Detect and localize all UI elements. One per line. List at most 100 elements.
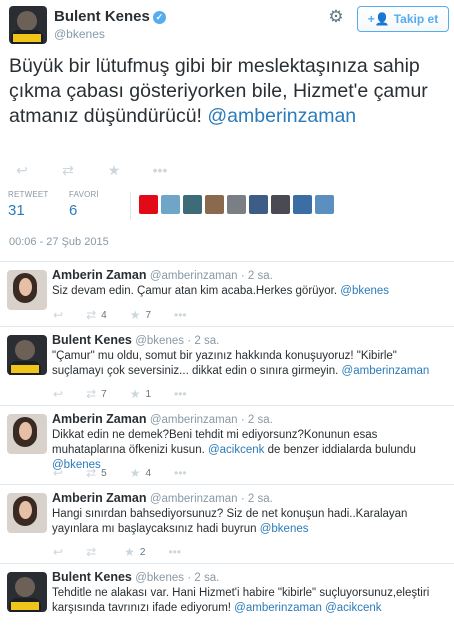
reply-mention-link[interactable]: @acikcenk bbox=[205, 444, 264, 456]
favorite-count: 1 bbox=[145, 388, 152, 400]
tweet-mention-link[interactable]: @amberinzaman bbox=[207, 105, 356, 127]
gear-icon[interactable]: ⚙ bbox=[326, 7, 346, 27]
favorite-stat[interactable]: FAVORİ 6 bbox=[69, 190, 99, 219]
retweet-action[interactable]: ⇄ 7 bbox=[86, 387, 107, 401]
reply-icon[interactable]: ↩ bbox=[53, 308, 63, 322]
reply-time[interactable]: · 2 sa. bbox=[241, 493, 273, 505]
favoriter-avatar[interactable] bbox=[293, 195, 312, 214]
tweet-text: Büyük bir lütufmuş gibi bir meslektaşını… bbox=[9, 54, 449, 129]
reply-author-handle[interactable]: @bkenes bbox=[135, 335, 184, 347]
reply-mention-link[interactable]: @amberinzaman bbox=[338, 365, 430, 377]
tweet-timestamp[interactable]: 00:06 - 27 Şub 2015 bbox=[9, 236, 109, 248]
favorite-action[interactable]: ★ 7 bbox=[130, 308, 151, 322]
reply-text: "Çamur" mu oldu, somut bir yazınız hakkı… bbox=[52, 349, 448, 379]
favorite-action[interactable]: ★ 1 bbox=[130, 387, 151, 401]
reply-mention-link[interactable]: @acikcenk bbox=[322, 602, 381, 614]
avatar[interactable] bbox=[7, 270, 47, 310]
favoriter-avatar[interactable] bbox=[183, 195, 202, 214]
favoriter-avatar[interactable] bbox=[139, 195, 158, 214]
retweet-action[interactable]: ⇄ 4 bbox=[86, 308, 107, 322]
favorite-action[interactable]: ★ 2 bbox=[124, 545, 145, 559]
favoriter-avatars bbox=[139, 195, 334, 214]
avatar[interactable] bbox=[7, 335, 47, 375]
tweet-stats: RETWEET 31 FAVORİ 6 bbox=[0, 186, 454, 226]
reply-tweet[interactable]: Bulent Kenes @bkenes · 2 sa. Tehditle ne… bbox=[0, 565, 454, 629]
reply-body: Hangi sınırdan bahsediyorsunuz? Siz de n… bbox=[52, 508, 408, 535]
reply-actions: ↩ ⇄ ★ 2 ••• bbox=[53, 545, 204, 559]
reply-author-name[interactable]: Amberin Zaman bbox=[52, 491, 146, 505]
reply-author-name[interactable]: Bulent Kenes bbox=[52, 333, 132, 347]
retweet-stat-label: RETWEET bbox=[8, 190, 49, 199]
reply-time[interactable]: · 2 sa. bbox=[241, 270, 273, 282]
retweet-icon: ⇄ bbox=[86, 466, 97, 480]
star-icon: ★ bbox=[124, 545, 135, 559]
reply-icon[interactable]: ↩ bbox=[53, 545, 63, 559]
retweet-icon: ⇄ bbox=[86, 308, 97, 322]
retweet-icon: ⇄ bbox=[86, 545, 97, 559]
more-icon[interactable]: ••• bbox=[174, 387, 187, 401]
more-icon[interactable]: ••• bbox=[174, 308, 187, 322]
add-user-icon: +👤 bbox=[367, 12, 390, 26]
star-icon: ★ bbox=[129, 466, 141, 480]
retweet-icon[interactable]: ⇄ bbox=[60, 162, 76, 179]
main-tweet: Bulent Kenes ✓ @bkenes ⚙ +👤 Takip et Büyü… bbox=[0, 0, 454, 262]
favoriter-avatar[interactable] bbox=[205, 195, 224, 214]
avatar[interactable] bbox=[7, 414, 47, 454]
reply-header: Amberin Zaman @amberinzaman · 2 sa. bbox=[52, 491, 273, 505]
author-handle[interactable]: @bkenes bbox=[54, 27, 105, 41]
avatar[interactable] bbox=[7, 493, 47, 533]
reply-author-name[interactable]: Amberin Zaman bbox=[52, 412, 146, 426]
star-icon[interactable]: ★ bbox=[106, 162, 122, 179]
reply-tweet[interactable]: Amberin Zaman @amberinzaman · 2 sa. Dikk… bbox=[0, 407, 454, 485]
reply-icon[interactable]: ↩ bbox=[53, 387, 63, 401]
reply-mention-link[interactable]: @bkenes bbox=[257, 523, 309, 535]
retweet-count: 7 bbox=[101, 388, 107, 400]
reply-time[interactable]: · 2 sa. bbox=[187, 335, 219, 347]
reply-author-handle[interactable]: @amberinzaman bbox=[150, 270, 238, 282]
favorite-count[interactable]: 6 bbox=[69, 202, 99, 219]
reply-time[interactable]: · 2 sa. bbox=[187, 572, 219, 584]
reply-author-handle[interactable]: @amberinzaman bbox=[150, 414, 238, 426]
retweet-count: 5 bbox=[101, 467, 107, 479]
reply-icon[interactable]: ↩ bbox=[14, 162, 30, 179]
favoriter-avatar[interactable] bbox=[271, 195, 290, 214]
star-icon: ★ bbox=[129, 387, 141, 401]
favoriter-avatar[interactable] bbox=[315, 195, 334, 214]
favorite-count: 7 bbox=[145, 309, 152, 321]
follow-button[interactable]: +👤 Takip et bbox=[357, 6, 449, 32]
tweet-actions: ↩ ⇄ ★ ••• bbox=[14, 162, 168, 179]
avatar[interactable] bbox=[7, 572, 47, 612]
favoriter-avatar[interactable] bbox=[161, 195, 180, 214]
retweet-action[interactable]: ⇄ 5 bbox=[86, 466, 107, 480]
reply-text: Siz devam edin. Çamur atan kim acaba.Her… bbox=[52, 284, 448, 299]
reply-mention-link[interactable]: @bkenes bbox=[337, 285, 389, 297]
reply-author-name[interactable]: Bulent Kenes bbox=[52, 570, 132, 584]
favorite-count: 4 bbox=[145, 467, 152, 479]
reply-header: Amberin Zaman @amberinzaman · 2 sa. bbox=[52, 268, 273, 282]
author-name-text[interactable]: Bulent Kenes bbox=[54, 8, 150, 25]
reply-mention-link[interactable]: @amberinzaman bbox=[231, 602, 322, 614]
reply-time[interactable]: · 2 sa. bbox=[241, 414, 273, 426]
reply-tweet[interactable]: Bulent Kenes @bkenes · 2 sa. "Çamur" mu … bbox=[0, 328, 454, 406]
more-icon[interactable]: ••• bbox=[174, 466, 187, 480]
favorite-action[interactable]: ★ 4 bbox=[130, 466, 151, 480]
reply-author-handle[interactable]: @bkenes bbox=[135, 572, 184, 584]
stats-divider bbox=[130, 192, 131, 220]
retweet-action[interactable]: ⇄ bbox=[86, 545, 101, 559]
retweet-count[interactable]: 31 bbox=[8, 202, 49, 219]
reply-actions: ↩ ⇄ 7 ★ 1 ••• bbox=[53, 387, 210, 401]
author-name[interactable]: Bulent Kenes ✓ bbox=[54, 8, 166, 25]
retweet-count: 4 bbox=[101, 309, 107, 321]
more-icon[interactable]: ••• bbox=[152, 162, 168, 179]
reply-tweet[interactable]: Amberin Zaman @amberinzaman · 2 sa. Siz … bbox=[0, 263, 454, 327]
favoriter-avatar[interactable] bbox=[249, 195, 268, 214]
reply-author-name[interactable]: Amberin Zaman bbox=[52, 268, 146, 282]
reply-icon[interactable]: ↩ bbox=[53, 466, 63, 480]
avatar[interactable] bbox=[9, 6, 47, 44]
reply-author-handle[interactable]: @amberinzaman bbox=[150, 493, 238, 505]
retweet-stat[interactable]: RETWEET 31 bbox=[8, 190, 49, 219]
more-icon[interactable]: ••• bbox=[168, 545, 181, 559]
favoriter-avatar[interactable] bbox=[227, 195, 246, 214]
reply-tweet[interactable]: Amberin Zaman @amberinzaman · 2 sa. Hang… bbox=[0, 486, 454, 564]
favorite-stat-label: FAVORİ bbox=[69, 190, 99, 199]
